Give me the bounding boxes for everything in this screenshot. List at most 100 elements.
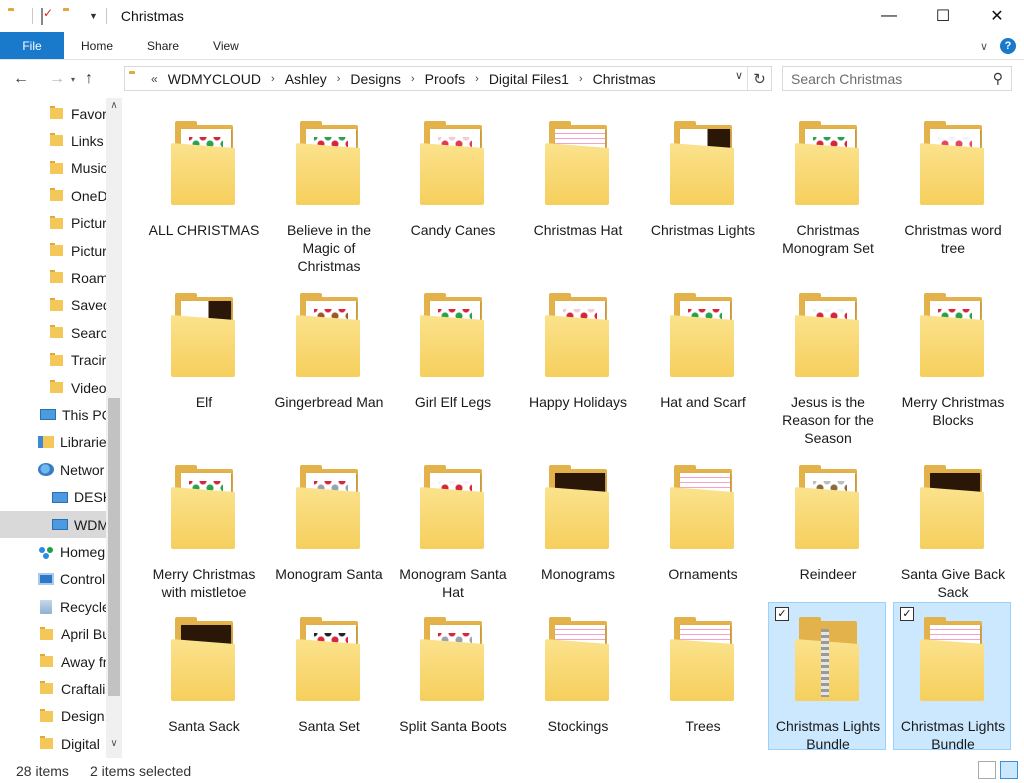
close-button[interactable]: ✕ <box>970 0 1024 32</box>
folder-item[interactable]: Happy Holidays <box>518 278 636 426</box>
scrollbar-thumb[interactable] <box>108 398 120 696</box>
folder-item[interactable]: Ai Santa Sack <box>144 602 262 750</box>
folder-item[interactable]: Christmas Monogram Set <box>768 106 886 256</box>
breadcrumb-ashley[interactable]: Ashley <box>281 71 331 87</box>
sidebar-item-label: DESKT <box>74 489 106 506</box>
tab-home[interactable]: Home <box>64 32 130 59</box>
breadcrumb-separator-icon[interactable]: › <box>405 73 421 85</box>
details-view-icon[interactable] <box>978 761 996 779</box>
breadcrumb-separator-icon[interactable]: › <box>265 73 281 85</box>
folder-item[interactable]: Merry Christmas Blocks <box>893 278 1011 428</box>
item-checkbox[interactable]: ✓ <box>775 607 789 621</box>
breadcrumb-wdmycloud[interactable]: WDMYCLOUD <box>164 71 265 87</box>
breadcrumb-designs[interactable]: Designs <box>346 71 405 87</box>
breadcrumb-separator-icon[interactable]: › <box>573 73 589 85</box>
sidebar-item[interactable]: Homeg <box>0 538 106 565</box>
folder-item[interactable]: Hat and Scarf <box>643 278 761 426</box>
sidebar-item[interactable]: Digital <box>0 730 106 757</box>
expand-ribbon-chevron-down-icon[interactable]: ∨ <box>980 40 988 53</box>
sidebar-item[interactable]: Tracin <box>0 347 106 374</box>
breadcrumb-christmas[interactable]: Christmas <box>589 71 660 87</box>
folder-name: Santa Sack <box>168 718 240 734</box>
navigation-pane-scrollbar[interactable]: ∧ ∨ <box>106 98 122 758</box>
sidebar-item[interactable]: Networ <box>0 456 106 483</box>
refresh-icon[interactable]: ↻ <box>747 67 771 90</box>
up-arrow-icon[interactable]: ↑ <box>78 70 100 88</box>
sidebar-item[interactable]: Librarie <box>0 429 106 456</box>
sidebar-item[interactable]: Links <box>0 127 106 154</box>
folder-item[interactable]: Believe in the Magic of Christmas <box>269 106 387 274</box>
sidebar-item[interactable]: Craftali <box>0 675 106 702</box>
sidebar-item[interactable]: Design: <box>0 703 106 730</box>
search-box[interactable]: Search Christmas ⚲ <box>782 66 1012 91</box>
folder-item[interactable]: Girl Elf Legs <box>393 278 511 426</box>
breadcrumb-separator-icon[interactable]: › <box>331 73 347 85</box>
tab-view[interactable]: View <box>196 32 256 59</box>
customize-toolbar-chevron-down-icon[interactable]: ▼ <box>89 11 98 21</box>
search-input[interactable]: Search Christmas <box>791 71 902 87</box>
sidebar-item[interactable]: Recycle <box>0 593 106 620</box>
scroll-down-chevron-icon[interactable]: ∨ <box>106 738 122 749</box>
back-arrow-icon[interactable]: ← <box>10 70 32 88</box>
folder-item[interactable]: Candy Canes <box>393 106 511 254</box>
forward-arrow-icon[interactable]: → <box>46 70 68 88</box>
folder-item[interactable]: Monogram Santa <box>269 450 387 598</box>
sidebar-item[interactable]: DESKT <box>0 484 106 511</box>
tab-share[interactable]: Share <box>130 32 196 59</box>
folder-item[interactable]: Reindeer <box>768 450 886 598</box>
folder-item[interactable]: ✓ Christmas Lights Bundle <box>893 602 1011 752</box>
sidebar-item[interactable]: Control <box>0 566 106 593</box>
breadcrumb-digital-files1[interactable]: Digital Files1 <box>485 71 573 87</box>
folder-item[interactable]: Trees <box>643 602 761 750</box>
sidebar-item[interactable]: Saved <box>0 292 106 319</box>
folder-item[interactable]: Christmas word tree <box>893 106 1011 256</box>
breadcrumb-proofs[interactable]: Proofs <box>421 71 469 87</box>
folder-icon <box>40 708 53 722</box>
properties-icon[interactable] <box>41 8 57 25</box>
item-checkbox[interactable]: ✓ <box>900 607 914 621</box>
large-icons-view-icon[interactable] <box>1000 761 1018 779</box>
breadcrumb-separator-icon[interactable]: › <box>469 73 485 85</box>
folder-item[interactable]: ALL CHRISTMAS <box>144 106 262 254</box>
folder-icon <box>40 654 53 667</box>
maximize-button[interactable]: ☐ <box>916 0 970 32</box>
sidebar-item[interactable]: Video <box>0 374 106 401</box>
folder-item[interactable]: Christmas Hat <box>518 106 636 254</box>
recent-locations-chevron-down-icon[interactable]: ▾ <box>68 75 78 84</box>
sidebar-item[interactable]: Searcl <box>0 319 106 346</box>
new-folder-icon[interactable] <box>63 8 79 24</box>
sidebar-item[interactable]: Roam <box>0 264 106 291</box>
folder-item[interactable]: Gingerbread Man <box>269 278 387 426</box>
minimize-button[interactable]: — <box>862 0 916 32</box>
folder-item[interactable]: Ornaments <box>643 450 761 598</box>
folder-item[interactable]: Santa Set <box>269 602 387 750</box>
sidebar-item[interactable]: Music <box>0 155 106 182</box>
sidebar-item[interactable]: Pictur <box>0 237 106 264</box>
sidebar-item[interactable]: April Bu <box>0 621 106 648</box>
folder-item[interactable]: Monogram Santa Hat <box>393 450 511 600</box>
sidebar-item[interactable]: OneD <box>0 182 106 209</box>
sidebar-item[interactable]: Away fr <box>0 648 106 675</box>
folder-item[interactable]: ✓ Christmas Lights Bundle <box>768 602 886 752</box>
sidebar-item[interactable]: WDM <box>0 511 106 538</box>
address-history-chevron-down-icon[interactable]: ∨ <box>735 69 743 82</box>
sidebar-item[interactable]: Favori <box>0 100 106 127</box>
sidebar-item[interactable]: Pictur <box>0 210 106 237</box>
tab-file[interactable]: File <box>0 32 64 59</box>
breadcrumb-overflow[interactable]: « <box>147 72 164 86</box>
folder-item[interactable]: Christmas Lights <box>643 106 761 254</box>
ribbon-tabs: File Home Share View ∨ ? <box>0 32 1024 60</box>
sidebar-item[interactable]: This PC <box>0 401 106 428</box>
folder-icon <box>50 297 63 311</box>
folder-item[interactable]: Elf <box>144 278 262 426</box>
search-icon[interactable]: ⚲ <box>993 70 1003 87</box>
scroll-up-chevron-icon[interactable]: ∧ <box>106 100 122 111</box>
folder-item[interactable]: Ai Monograms <box>518 450 636 598</box>
help-icon[interactable]: ? <box>1000 38 1016 54</box>
folder-item[interactable]: Stockings <box>518 602 636 750</box>
folder-item[interactable]: Ai Santa Give Back Sack <box>893 450 1011 600</box>
folder-item[interactable]: Jesus is the Reason for the Season <box>768 278 886 446</box>
address-bar[interactable]: « WDMYCLOUD › Ashley › Designs › Proofs … <box>124 66 772 91</box>
folder-item[interactable]: Split Santa Boots <box>393 602 511 750</box>
folder-item[interactable]: Merry Christmas with mistletoe <box>144 450 262 600</box>
